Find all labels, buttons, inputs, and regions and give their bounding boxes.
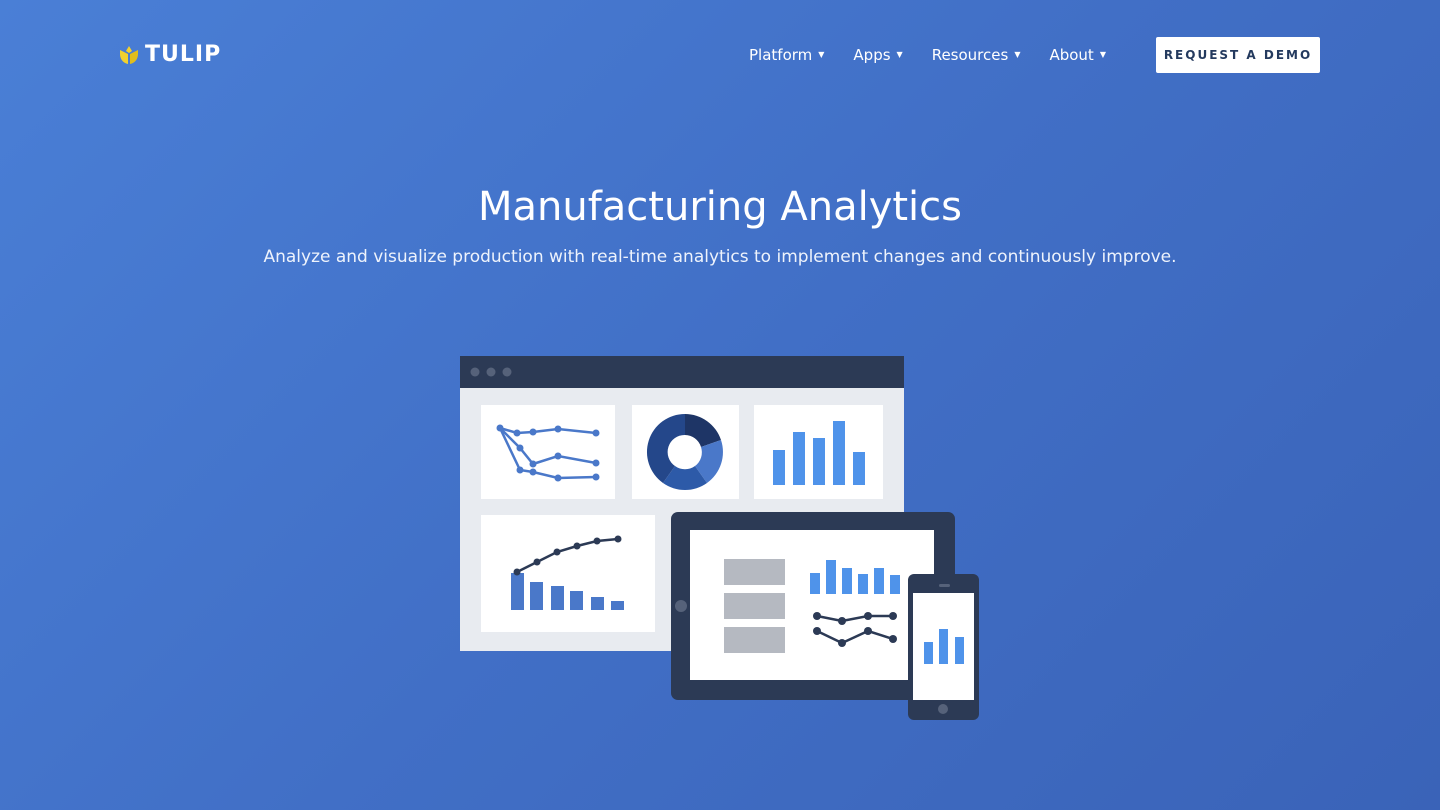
nav-item-label: Resources bbox=[931, 46, 1009, 64]
nav-item-about[interactable]: About ▼ bbox=[1049, 46, 1106, 64]
nav-item-platform[interactable]: Platform ▼ bbox=[749, 46, 824, 64]
top-navigation: TULIP Platform ▼ Apps ▼ Resources ▼ Abou… bbox=[0, 0, 1440, 110]
brand-logo[interactable]: TULIP bbox=[119, 42, 221, 67]
chevron-down-icon: ▼ bbox=[818, 50, 825, 59]
nav-item-label: About bbox=[1049, 46, 1094, 64]
nav-item-label: Platform bbox=[749, 46, 813, 64]
dashboard-devices-illustration bbox=[460, 356, 979, 720]
main-menu: Platform ▼ Apps ▼ Resources ▼ About ▼ bbox=[749, 46, 1135, 64]
chevron-down-icon: ▼ bbox=[1014, 50, 1021, 59]
page-title: Manufacturing Analytics bbox=[477, 184, 962, 230]
nav-item-resources[interactable]: Resources ▼ bbox=[932, 46, 1021, 64]
brand-name: TULIP bbox=[145, 42, 222, 67]
chevron-down-icon: ▼ bbox=[896, 50, 903, 59]
nav-item-label: Apps bbox=[853, 46, 891, 64]
tulip-icon bbox=[120, 45, 138, 64]
request-demo-button[interactable]: REQUEST A DEMO bbox=[1156, 37, 1320, 73]
page-subtitle: Analyze and visualize production with re… bbox=[263, 247, 1177, 267]
chevron-down-icon: ▼ bbox=[1099, 50, 1106, 59]
nav-item-apps[interactable]: Apps ▼ bbox=[853, 46, 902, 64]
phone bbox=[908, 574, 979, 720]
